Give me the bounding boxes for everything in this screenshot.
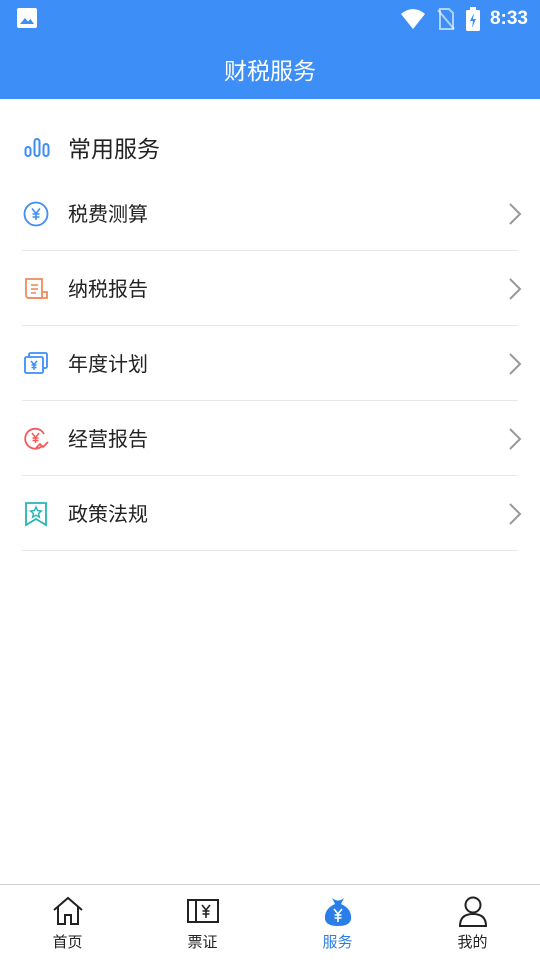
tab-services[interactable]: 服务 xyxy=(270,885,405,960)
no-sim-icon xyxy=(437,8,455,30)
section-title: 常用服务 xyxy=(68,137,160,163)
tab-label: 票证 xyxy=(187,933,218,951)
clock: 8:33 xyxy=(489,8,528,29)
money-bag-icon xyxy=(324,898,351,926)
section-header: 常用服务 xyxy=(0,118,540,176)
page-title: 财税服务 xyxy=(224,58,316,85)
yuan-circle-icon xyxy=(23,201,49,227)
service-item-annual-plan[interactable]: 年度计划 xyxy=(0,326,540,401)
chevron-right-icon xyxy=(509,428,522,450)
chevron-right-icon xyxy=(509,353,522,375)
tab-profile[interactable]: 我的 xyxy=(405,885,540,960)
tab-home[interactable]: 首页 xyxy=(0,885,135,960)
home-icon xyxy=(52,896,83,925)
user-icon xyxy=(458,896,487,927)
bar-chart-icon xyxy=(24,138,50,157)
tab-tickets[interactable]: 票证 xyxy=(135,885,270,960)
battery-charging-icon xyxy=(465,7,480,31)
service-item-tax-calculation[interactable]: 税费测算 xyxy=(0,176,540,251)
chevron-right-icon xyxy=(509,503,522,525)
app-bar: 财税服务 xyxy=(0,38,540,99)
service-item-policies-regulations[interactable]: 政策法规 xyxy=(0,476,540,551)
tab-label: 服务 xyxy=(322,933,353,951)
tab-label: 首页 xyxy=(52,933,83,951)
tab-label: 我的 xyxy=(457,933,488,951)
status-bar: 8:33 xyxy=(0,0,540,38)
service-item-tax-report[interactable]: 纳税报告 xyxy=(0,251,540,326)
service-label: 年度计划 xyxy=(68,352,148,376)
wifi-icon xyxy=(400,9,425,29)
service-item-business-report[interactable]: 经营报告 xyxy=(0,401,540,476)
yuan-trend-icon xyxy=(24,427,49,450)
service-label: 纳税报告 xyxy=(68,277,148,301)
service-list: 税费测算 纳税报告 年度计划 经营报告 政策法规 xyxy=(0,176,540,551)
service-label: 经营报告 xyxy=(68,427,148,451)
divider xyxy=(22,550,518,551)
image-icon xyxy=(17,8,37,28)
service-label: 税费测算 xyxy=(68,202,148,226)
chevron-right-icon xyxy=(509,203,522,225)
yuan-cards-icon xyxy=(24,352,48,374)
scroll-document-icon xyxy=(25,278,48,299)
star-bookmark-icon xyxy=(25,502,47,527)
bottom-tab-bar: 首页 票证 服务 我的 xyxy=(0,884,540,960)
service-label: 政策法规 xyxy=(68,502,148,526)
chevron-right-icon xyxy=(509,278,522,300)
ticket-yuan-icon xyxy=(186,899,219,923)
